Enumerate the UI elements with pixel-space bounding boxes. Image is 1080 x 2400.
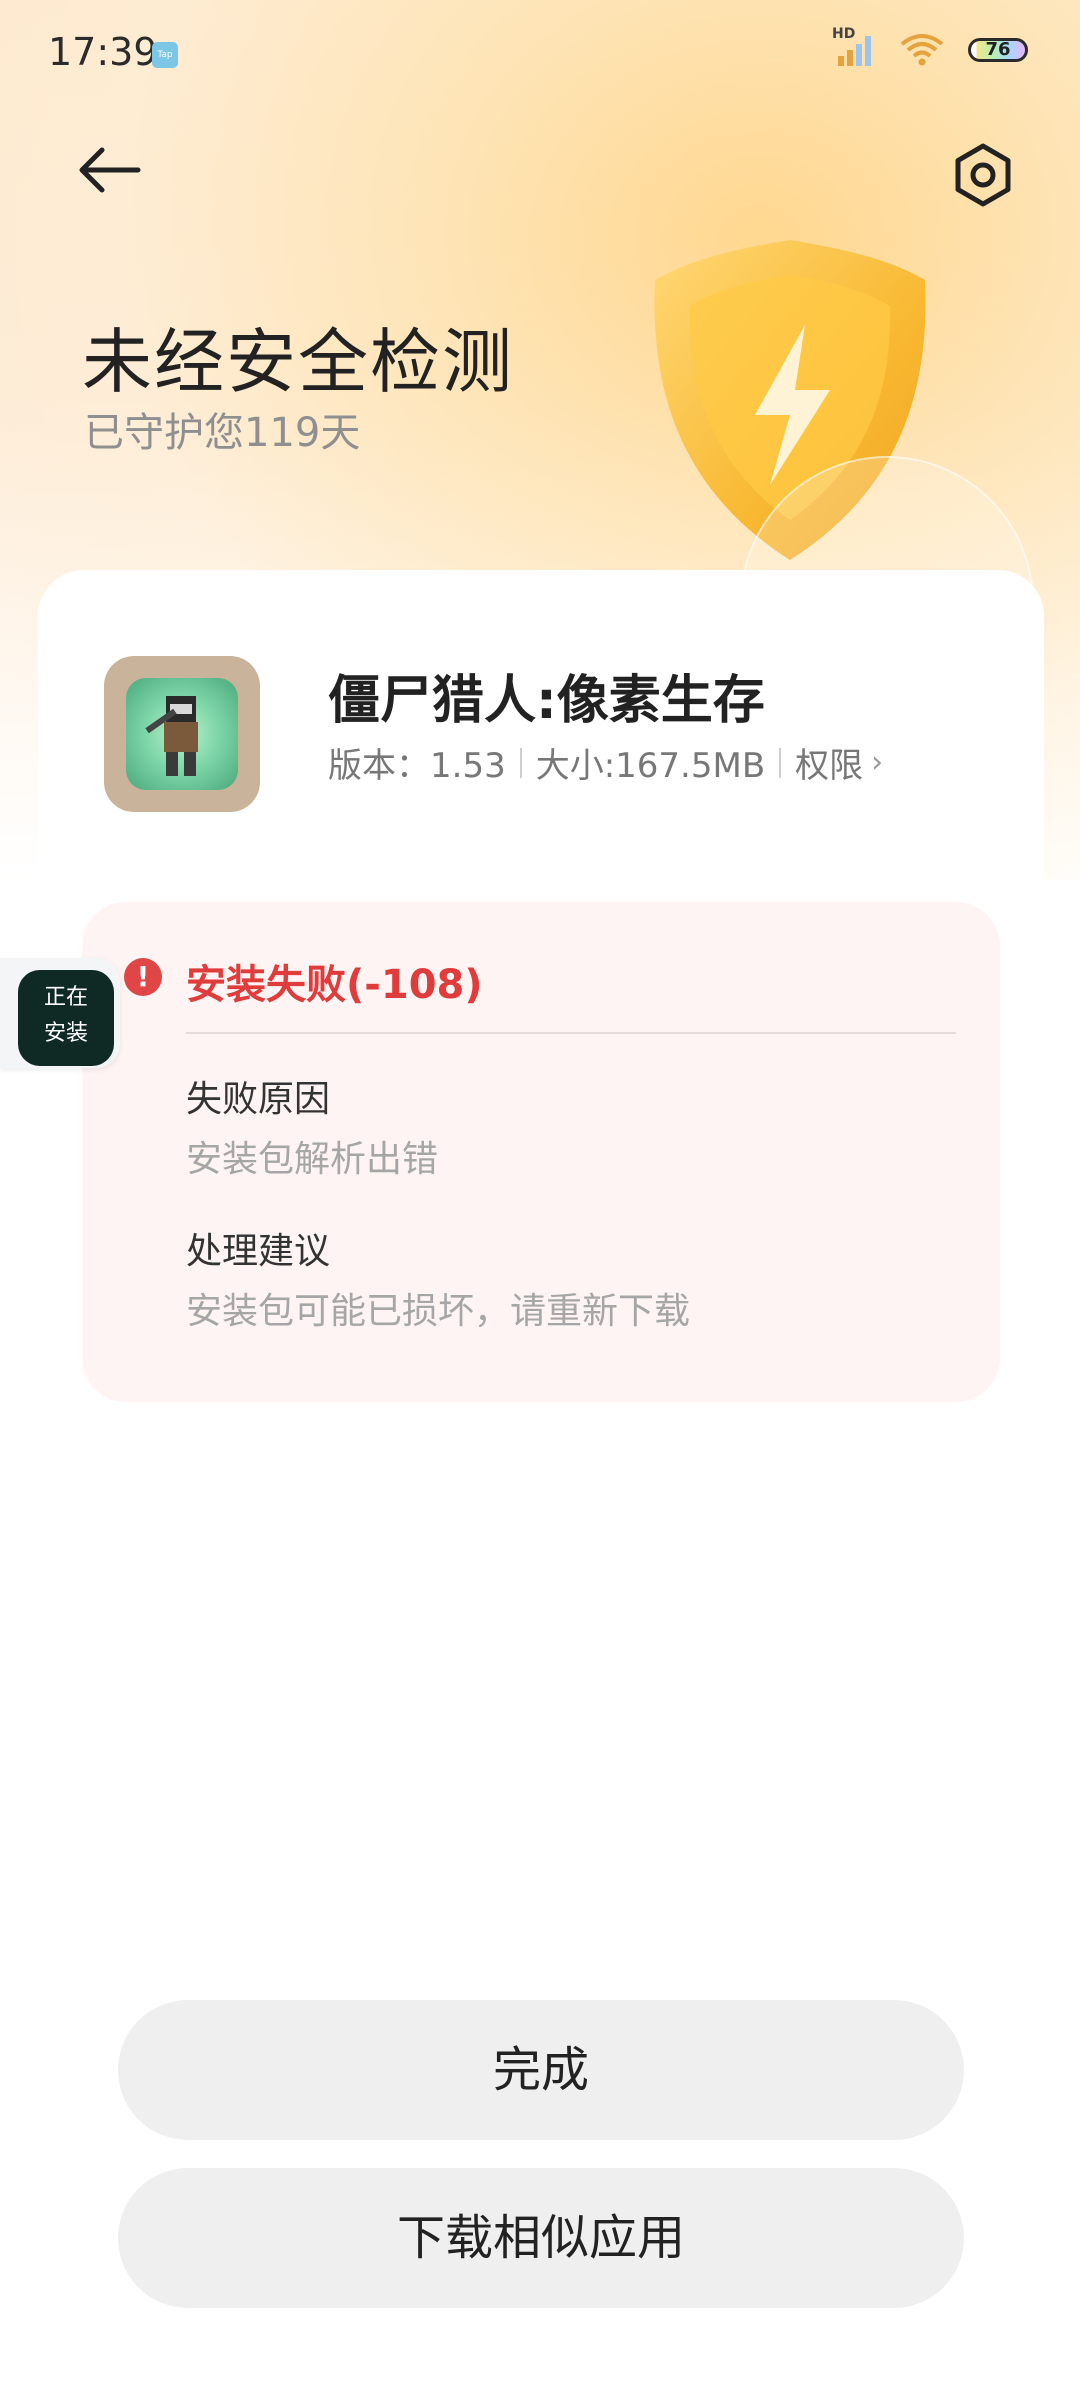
suggestion-value: 安装包可能已损坏，请重新下载 (186, 1291, 691, 1332)
app-meta: 版本：1.53 大小:167.5MB 权限 › (328, 738, 883, 787)
settings-button[interactable] (948, 140, 1018, 210)
divider (519, 747, 522, 778)
permissions-link[interactable]: 权限 › (795, 738, 883, 787)
status-indicators: HD 76 (832, 26, 1028, 68)
installing-app-icon: 正在 安装 (18, 970, 114, 1066)
done-button[interactable]: 完成 (118, 2000, 964, 2140)
installing-line1: 正在 (43, 985, 88, 1010)
download-similar-apps-button[interactable]: 下载相似应用 (118, 2168, 964, 2308)
failure-reason-label: 失败原因 (186, 1079, 331, 1120)
divider (779, 747, 782, 778)
page-title: 未经安全检测 (82, 321, 514, 403)
signal-icon: HD (832, 26, 876, 68)
app-icon-art (126, 678, 238, 790)
tap-app-icon: Tap (152, 42, 178, 68)
app-name: 僵尸猎人:像素生存 (328, 671, 765, 731)
chevron-right-icon: › (871, 745, 884, 780)
error-panel: ! 安装失败(-108) 失败原因 安装包解析出错 处理建议 安装包可能已损坏，… (82, 902, 1000, 1402)
error-title: 安装失败(-108) (186, 962, 483, 1008)
permissions-label: 权限 (795, 746, 864, 786)
arrow-left-icon (79, 147, 141, 193)
gear-icon (955, 143, 1011, 207)
suggestion-label: 处理建议 (186, 1231, 331, 1272)
installing-status-text: 正在 安装 (18, 980, 114, 1052)
battery-indicator: 76 (968, 38, 1028, 62)
failure-reason-value: 安装包解析出错 (186, 1139, 439, 1180)
wifi-icon (900, 34, 944, 66)
app-version: 版本：1.53 (328, 746, 506, 786)
pixel-character-icon (145, 696, 198, 776)
installing-floating-badge[interactable]: 正在 安装 (0, 958, 120, 1068)
protection-days: 已守护您119天 (84, 410, 361, 456)
status-time: 17:39 (48, 30, 158, 74)
back-button[interactable] (74, 140, 144, 200)
error-divider (186, 1032, 956, 1034)
app-icon (104, 656, 260, 812)
installing-line2: 安装 (43, 1021, 88, 1046)
app-size: 大小:167.5MB (535, 746, 766, 786)
error-alert-icon: ! (124, 958, 162, 996)
